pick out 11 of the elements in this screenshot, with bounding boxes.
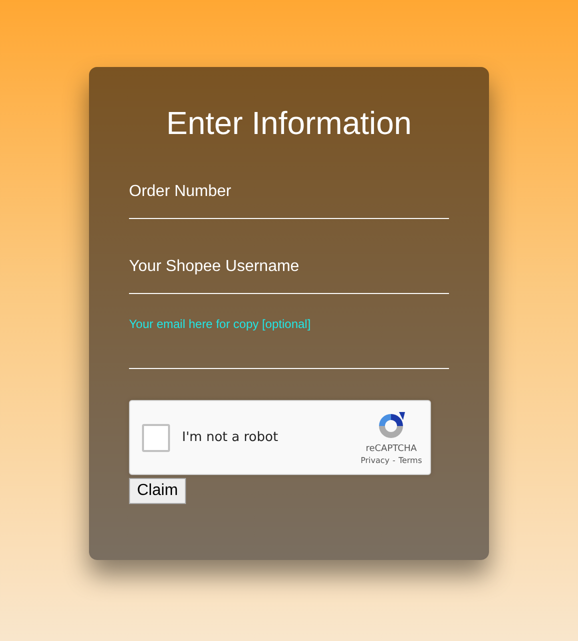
captcha-checkbox[interactable] [142,424,170,452]
terms-link[interactable]: Terms [398,456,422,465]
text-field[interactable]: Your Shopee Username [129,252,449,294]
recaptcha-brand: reCAPTCHA [366,444,417,454]
captcha-label: I'm not a robot [182,430,280,445]
form-title: Enter Information [165,104,413,143]
link-separator: - [392,456,396,465]
privacy-link[interactable]: Privacy [360,456,390,465]
text-field[interactable]: Order Number [129,177,449,219]
claim-button[interactable]: Claim [129,478,186,504]
email-label: Your email here for copy [optional] [129,317,311,331]
